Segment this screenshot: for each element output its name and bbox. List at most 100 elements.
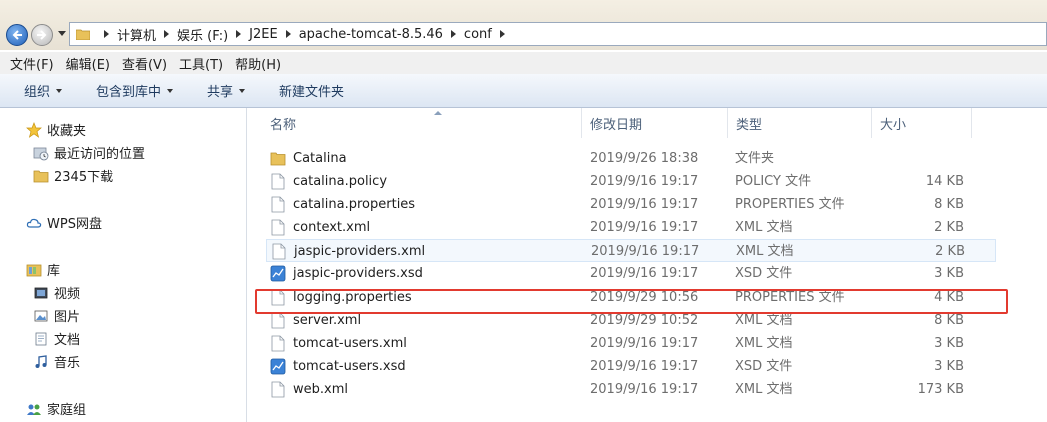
column-header-type[interactable]: 类型 bbox=[728, 108, 872, 138]
include-in-library-button[interactable]: 包含到库中 bbox=[96, 81, 174, 100]
nav-item-homegroup[interactable]: 家庭组 bbox=[26, 399, 86, 418]
file-date: 2019/9/16 19:17 bbox=[590, 197, 699, 212]
file-name: catalina.properties bbox=[293, 197, 416, 212]
new-folder-button[interactable]: 新建文件夹 bbox=[279, 81, 344, 100]
menu-view[interactable]: 查看(V) bbox=[122, 54, 167, 73]
share-label: 共享 bbox=[207, 85, 234, 100]
nav-item-wps-drive[interactable]: WPS网盘 bbox=[26, 213, 102, 232]
file-icon bbox=[271, 196, 285, 213]
nav-item-libraries[interactable]: 库 bbox=[26, 260, 60, 279]
file-date: 2019/9/26 18:38 bbox=[590, 151, 699, 166]
column-header-name[interactable]: 名称 bbox=[262, 108, 582, 138]
breadcrumb-separator[interactable] bbox=[164, 30, 170, 38]
picture-icon bbox=[34, 310, 48, 321]
nav-item-pictures[interactable]: 图片 bbox=[33, 306, 80, 325]
nav-item-music[interactable]: 音乐 bbox=[33, 352, 80, 371]
menu-tools[interactable]: 工具(T) bbox=[179, 54, 223, 73]
breadcrumb-drive[interactable]: 娱乐 (F:) bbox=[177, 25, 228, 44]
recent-pages-dropdown[interactable] bbox=[58, 31, 66, 36]
file-name: catalina.policy bbox=[293, 174, 388, 189]
menu-file[interactable]: 文件(F) bbox=[10, 54, 54, 73]
file-icon bbox=[271, 173, 285, 190]
include-library-label: 包含到库中 bbox=[96, 85, 162, 100]
column-header-date[interactable]: 修改日期 bbox=[582, 108, 728, 138]
nav-label: 家庭组 bbox=[47, 403, 87, 418]
nav-label: 视频 bbox=[54, 287, 81, 302]
file-type: XML 文档 bbox=[735, 382, 793, 397]
column-header-size[interactable]: 大小 bbox=[872, 108, 972, 138]
breadcrumb-computer[interactable]: 计算机 bbox=[117, 25, 156, 44]
command-toolbar: 组织 包含到库中 共享 新建文件夹 bbox=[0, 74, 1047, 108]
file-name: tomcat-users.xml bbox=[293, 336, 407, 351]
share-button[interactable]: 共享 bbox=[207, 81, 246, 100]
forward-button[interactable] bbox=[31, 24, 53, 46]
file-row[interactable]: jaspic-providers.xsd 2019/9/16 19:17 XSD… bbox=[266, 262, 996, 285]
file-icon bbox=[272, 243, 286, 260]
file-size: 3 KB bbox=[934, 266, 964, 281]
file-list: 名称 修改日期 类型 大小 Catalina 2019/9/26 18:38 文… bbox=[248, 108, 1047, 422]
nav-label: 2345下载 bbox=[54, 170, 114, 185]
file-date: 2019/9/16 19:17 bbox=[590, 174, 699, 189]
menu-bar: 文件(F) 编辑(E) 查看(V) 工具(T) 帮助(H) bbox=[0, 52, 1047, 74]
breadcrumb-separator[interactable] bbox=[285, 30, 291, 38]
file-row[interactable]: jaspic-providers.xml 2019/9/16 19:17 XML… bbox=[266, 239, 996, 262]
nav-label: 文档 bbox=[54, 333, 81, 348]
recent-places-icon bbox=[33, 147, 49, 160]
file-type: XML 文档 bbox=[735, 336, 793, 351]
file-row[interactable]: catalina.properties 2019/9/16 19:17 PROP… bbox=[266, 193, 996, 216]
cloud-icon bbox=[26, 218, 42, 228]
file-row[interactable]: context.xml 2019/9/16 19:17 XML 文档 2 KB bbox=[266, 216, 996, 239]
file-date: 2019/9/16 19:17 bbox=[591, 244, 700, 259]
nav-item-videos[interactable]: 视频 bbox=[33, 283, 80, 302]
file-row[interactable]: tomcat-users.xml 2019/9/16 19:17 XML 文档 … bbox=[266, 332, 996, 355]
nav-item-recent-places[interactable]: 最近访问的位置 bbox=[33, 143, 145, 162]
arrow-left-icon bbox=[12, 30, 22, 40]
file-row[interactable]: tomcat-users.xsd 2019/9/16 19:17 XSD 文件 … bbox=[266, 355, 996, 378]
menu-edit[interactable]: 编辑(E) bbox=[66, 54, 110, 73]
file-row[interactable]: Catalina 2019/9/26 18:38 文件夹 bbox=[266, 147, 996, 170]
nav-item-documents[interactable]: 文档 bbox=[33, 329, 80, 348]
nav-label: 库 bbox=[47, 264, 61, 279]
navigation-pane: 收藏夹 最近访问的位置 2345下载 WPS网盘 库 视频 图片 文档 音乐 家… bbox=[0, 108, 247, 422]
chevron-down-icon bbox=[167, 88, 174, 93]
file-name: jaspic-providers.xml bbox=[294, 244, 426, 259]
column-header-label: 修改日期 bbox=[590, 117, 643, 133]
file-size: 3 KB bbox=[934, 336, 964, 351]
sort-ascending-icon bbox=[434, 111, 442, 115]
file-row[interactable]: web.xml 2019/9/16 19:17 XML 文档 173 KB bbox=[266, 378, 996, 401]
breadcrumb-j2ee[interactable]: J2EE bbox=[249, 27, 278, 42]
nav-item-2345-downloads[interactable]: 2345下载 bbox=[33, 166, 113, 185]
file-size: 8 KB bbox=[934, 197, 964, 212]
nav-item-favorites[interactable]: 收藏夹 bbox=[26, 120, 86, 139]
file-date: 2019/9/16 19:17 bbox=[590, 266, 699, 281]
file-date: 2019/9/16 19:17 bbox=[590, 336, 699, 351]
file-type: XML 文档 bbox=[736, 244, 794, 259]
star-icon bbox=[26, 121, 42, 138]
file-size: 3 KB bbox=[934, 359, 964, 374]
menu-help[interactable]: 帮助(H) bbox=[235, 54, 281, 73]
column-header-label: 大小 bbox=[880, 117, 907, 133]
column-header-label: 名称 bbox=[270, 117, 297, 133]
folder-icon bbox=[270, 152, 286, 166]
breadcrumb-separator[interactable] bbox=[236, 30, 242, 38]
homegroup-icon bbox=[27, 404, 41, 415]
nav-label: WPS网盘 bbox=[47, 217, 102, 232]
chevron-down-icon bbox=[239, 88, 246, 93]
breadcrumb-separator[interactable] bbox=[499, 30, 505, 38]
address-bar[interactable]: 计算机 娱乐 (F:) J2EE apache-tomcat-8.5.46 co… bbox=[69, 22, 1047, 46]
back-button[interactable] bbox=[6, 24, 28, 46]
file-row[interactable]: catalina.policy 2019/9/16 19:17 POLICY 文… bbox=[266, 170, 996, 193]
file-size: 173 KB bbox=[917, 382, 964, 397]
file-type: 文件夹 bbox=[735, 151, 775, 166]
music-icon bbox=[35, 354, 47, 368]
file-date: 2019/9/16 19:17 bbox=[590, 382, 699, 397]
file-date: 2019/9/16 19:17 bbox=[590, 359, 699, 374]
organize-button[interactable]: 组织 bbox=[24, 81, 63, 100]
breadcrumb-conf[interactable]: conf bbox=[464, 27, 492, 42]
file-icon bbox=[271, 381, 285, 398]
column-header-label: 类型 bbox=[736, 117, 763, 133]
breadcrumb-tomcat[interactable]: apache-tomcat-8.5.46 bbox=[299, 27, 443, 42]
chevron-down-icon bbox=[56, 88, 63, 93]
breadcrumb-separator[interactable] bbox=[104, 30, 109, 38]
breadcrumb-separator[interactable] bbox=[450, 30, 456, 38]
